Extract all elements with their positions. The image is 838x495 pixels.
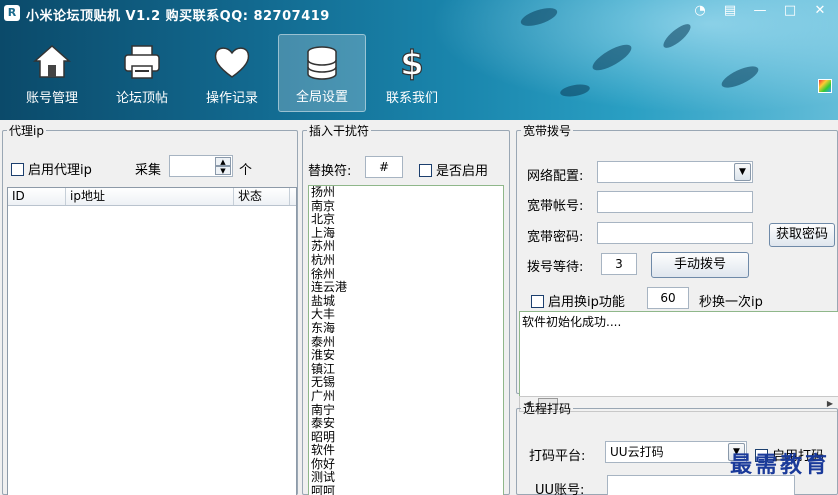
proxy-ip-group: 代理ip 启用代理ip 采集 ▲ ▼ 个 ID ip地址 状态 [2, 122, 298, 495]
list-item[interactable]: 扬州 [309, 186, 503, 200]
window-controls: ◔ ▤ — □ ✕ [688, 2, 832, 20]
checkbox-box[interactable] [11, 163, 24, 176]
get-password-button[interactable]: 获取密码 [769, 223, 835, 247]
group-title: 宽带拨号 [523, 124, 572, 138]
checkbox-label: 是否启用 [436, 164, 489, 179]
list-item[interactable]: 广州 [309, 389, 503, 404]
nav-label: 操作记录 [205, 91, 258, 106]
list-item[interactable]: 昭明 [309, 430, 503, 445]
table-header: ID ip地址 状态 [8, 188, 296, 206]
interference-group: 插入干扰符 替换符: # 是否启用 扬州 南京 北京 上海 苏州 杭州 徐州 连云港 盐城 大丰东… [302, 122, 510, 495]
select-value: UU云打码 [610, 445, 664, 459]
broadband-dial-group: 宽带拨号 网络配置: ▼ 宽带帐号: 宽带密码: 获取密码 拨号等待: 3 手动… [516, 122, 838, 412]
group-title: 插入干扰符 [309, 124, 370, 138]
spinner-up-icon[interactable]: ▲ [215, 157, 231, 166]
group-title: 代理ip [9, 124, 44, 138]
enable-change-ip-checkbox[interactable]: 启用换ip功能 [531, 291, 625, 310]
minimize-icon[interactable]: — [748, 2, 772, 20]
list-item[interactable]: 连云港 [309, 281, 503, 295]
collect-count-spinner[interactable]: ▲ ▼ [169, 155, 233, 177]
nav-label: 论坛顶帖 [115, 91, 168, 106]
home-icon [33, 44, 71, 78]
window-title: 小米论坛顶贴机 V1.2 购买联系QQ: 82707419 [26, 9, 330, 24]
column-header-status[interactable]: 状态 [234, 188, 290, 205]
nav-global-settings[interactable]: 全局设置 [278, 34, 366, 112]
skin-icon[interactable]: ◔ [688, 2, 712, 20]
checkbox-box[interactable] [419, 164, 432, 177]
interval-unit-label: 秒换一次ip [699, 295, 763, 310]
list-item[interactable]: 呵呵 [309, 484, 503, 495]
title-header: R 小米论坛顶贴机 V1.2 购买联系QQ: 82707419 ◔ ▤ — □ … [0, 0, 838, 120]
menu-icon[interactable]: ▤ [718, 2, 742, 20]
log-output[interactable]: 软件初始化成功.... [519, 311, 838, 397]
watermark-text: 最需教育 [729, 452, 830, 478]
nav-label: 全局设置 [295, 90, 348, 105]
unit-label: 个 [239, 163, 253, 178]
list-item[interactable]: 北京 [309, 213, 503, 227]
captcha-platform-label: 打码平台: [529, 449, 586, 464]
enable-interfere-checkbox[interactable]: 是否启用 [419, 160, 488, 179]
captcha-platform-select[interactable]: UU云打码 ▼ [605, 441, 747, 463]
nav-label: 账号管理 [25, 91, 78, 106]
database-icon [307, 46, 337, 80]
broadband-password-input[interactable] [597, 222, 753, 244]
column-header-id[interactable]: ID [8, 188, 66, 205]
broadband-account-label: 宽带帐号: [527, 199, 584, 214]
chevron-down-icon[interactable]: ▼ [734, 163, 751, 181]
settings-panel: 代理ip 启用代理ip 采集 ▲ ▼ 个 ID ip地址 状态 插入干扰符 替换… [0, 120, 838, 495]
list-item[interactable]: 测试 [309, 471, 503, 485]
replace-label: 替换符: [308, 164, 352, 179]
list-item[interactable]: 南宁 [309, 403, 503, 418]
list-item[interactable]: 淮安 [309, 349, 503, 363]
dial-wait-label: 拨号等待: [527, 260, 584, 275]
broadband-account-input[interactable] [597, 191, 753, 213]
list-item[interactable]: 软件 [309, 444, 503, 458]
broadband-password-label: 宽带密码: [527, 230, 584, 245]
manual-dial-button[interactable]: 手动拨号 [651, 252, 749, 278]
checkbox-label: 启用代理ip [28, 163, 92, 178]
nav-label: 联系我们 [385, 91, 438, 106]
nav-forum-bump[interactable]: 论坛顶帖 [98, 34, 186, 112]
heart-icon [214, 47, 250, 78]
spinner-down-icon[interactable]: ▼ [215, 166, 231, 175]
dollar-icon: $ [400, 43, 425, 84]
interference-word-list[interactable]: 扬州 南京 北京 上海 苏州 杭州 徐州 连云港 盐城 大丰 东海 泰州 淮安 镇江 无锡 广州 南宁 泰安 昭明软… [308, 185, 504, 495]
group-title: 远程打码 [523, 402, 572, 416]
list-item[interactable]: 你好 [309, 457, 503, 472]
app-logo-icon: R [4, 5, 20, 21]
nav-account-management[interactable]: 账号管理 [8, 34, 96, 112]
change-ip-interval-input[interactable]: 60 [647, 287, 689, 309]
list-item[interactable]: 镇江 [309, 362, 503, 377]
maximize-icon[interactable]: □ [778, 2, 802, 20]
collect-label: 采集 [135, 163, 162, 178]
replace-char-input[interactable]: # [365, 156, 403, 178]
uu-account-label: UU账号: [535, 483, 585, 495]
list-item[interactable]: 杭州 [309, 253, 503, 268]
enable-proxy-checkbox[interactable]: 启用代理ip [11, 159, 92, 178]
column-header-ip[interactable]: ip地址 [66, 188, 234, 205]
svg-text:$: $ [400, 44, 424, 82]
dial-wait-input[interactable]: 3 [601, 253, 637, 275]
color-palette-icon[interactable] [818, 79, 832, 93]
close-icon[interactable]: ✕ [808, 2, 832, 20]
list-item[interactable]: 南京 [309, 199, 503, 214]
list-item[interactable]: 苏州 [309, 240, 503, 254]
printer-icon [124, 45, 160, 79]
checkbox-box[interactable] [531, 295, 544, 308]
checkbox-label: 启用换ip功能 [548, 295, 625, 310]
nav-operation-log[interactable]: 操作记录 [188, 34, 276, 112]
list-item[interactable]: 盐城 [309, 294, 503, 309]
main-nav: 账号管理 论坛顶帖 操作记录 全局设置 $ 联系我们 [8, 34, 458, 112]
list-item[interactable]: 泰安 [309, 416, 503, 431]
nav-contact-us[interactable]: $ 联系我们 [368, 34, 456, 112]
list-item[interactable]: 无锡 [309, 376, 503, 390]
list-item[interactable]: 泰州 [309, 335, 503, 350]
network-config-select[interactable]: ▼ [597, 161, 753, 183]
proxy-table[interactable]: ID ip地址 状态 [7, 187, 297, 495]
network-config-label: 网络配置: [527, 169, 584, 184]
list-item[interactable]: 上海 [309, 226, 503, 241]
list-item[interactable]: 大丰 [309, 308, 503, 322]
list-item[interactable]: 东海 [309, 321, 503, 336]
